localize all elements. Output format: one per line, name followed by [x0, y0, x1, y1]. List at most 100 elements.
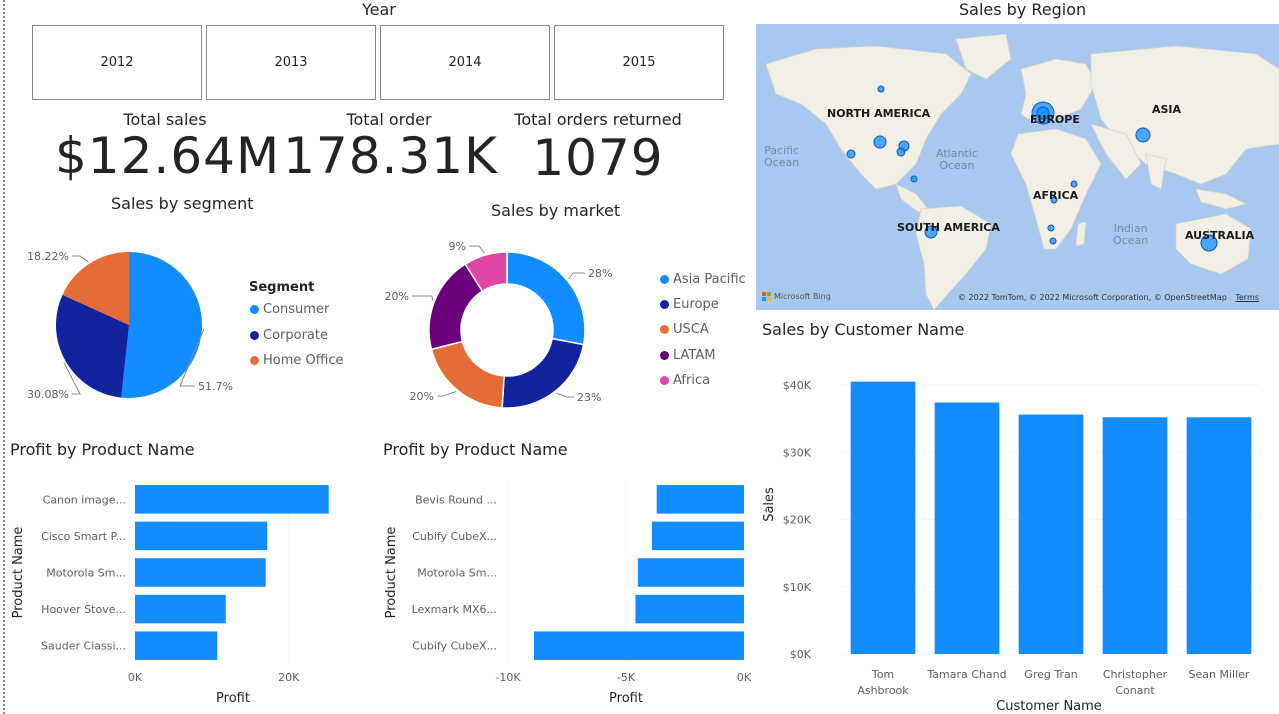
map-credits-text: © 2022 TomTom, © 2022 Microsoft Corporat…: [958, 293, 1227, 302]
legend-latam[interactable]: LATAM: [660, 348, 715, 363]
customer-bar-4[interactable]: [1186, 417, 1252, 654]
map-bubble-africa-east[interactable]: [1070, 180, 1078, 188]
profit-top-category-label-0: Canon image...: [43, 493, 126, 506]
market-slice-asia-pacific[interactable]: [506, 251, 586, 346]
customer-bar-3[interactable]: [1102, 417, 1168, 654]
profit-top-bar-2[interactable]: [135, 558, 266, 587]
segment-label-corporate: 30.08%: [27, 388, 69, 401]
profit-bottom-chart-title: Profit by Product Name: [383, 440, 568, 459]
profit-bottom-bar-4[interactable]: [533, 631, 744, 660]
map-bubble-na-north[interactable]: [877, 85, 885, 93]
profit-top-bar-4[interactable]: [135, 631, 218, 660]
legend-latam-label: LATAM: [673, 348, 716, 363]
profit-top-bar-3[interactable]: [135, 594, 226, 624]
year-option-2012[interactable]: 2012: [32, 25, 202, 100]
bing-windows-icon: [762, 292, 771, 301]
market-slice-europe[interactable]: [501, 337, 585, 409]
segment-legend-title: Segment: [249, 280, 315, 295]
profit-top-category-label-1: Cisco Smart P...: [41, 530, 126, 543]
map-bubble-asia[interactable]: [1135, 127, 1151, 143]
legend-home-office-label: Home Office: [263, 353, 344, 368]
map-terms-link[interactable]: Terms: [1235, 293, 1259, 302]
kpi-total-sales-value: $12.64M: [55, 127, 281, 185]
customer-sales-bar-chart: $0K $10K $20K $30K $40K Tom Ashbrook Tamara Cha…: [762, 379, 1261, 714]
profit-top-yaxis-title: Product Name: [11, 527, 26, 619]
profit-bottom-category-label-4: Cubify CubeX...: [412, 640, 497, 653]
profit-bottom-xtick-1: -5K: [617, 671, 636, 684]
market-slice-usca[interactable]: [430, 340, 505, 409]
map-label-south-america: SOUTH AMERICA: [897, 221, 1000, 234]
legend-africa-label: Africa: [673, 373, 711, 388]
profit-top-bar-1[interactable]: [135, 521, 268, 551]
map-bubble-na-pacific[interactable]: [846, 149, 856, 159]
legend-usca[interactable]: USCA: [660, 322, 709, 337]
legend-africa[interactable]: Africa: [660, 373, 710, 388]
legend-asia-pacific-marker: [660, 275, 669, 284]
profit-bottom-bar-1[interactable]: [651, 521, 744, 551]
customer-yaxis-title: Sales: [762, 487, 777, 522]
profit-bottom-xtick-2: 0K: [737, 671, 752, 684]
legend-consumer[interactable]: Consumer: [250, 302, 329, 317]
legend-home-office-marker: [250, 356, 259, 365]
customer-ytick-1: $10K: [783, 581, 812, 594]
kpi-total-order-value: 178.31K: [283, 127, 498, 185]
profit-top-xtick-1: 20K: [278, 671, 300, 684]
kpi-orders-returned-value: 1079: [532, 129, 664, 187]
profit-bottom-bar-2[interactable]: [637, 558, 744, 587]
map-bubble-africa-south[interactable]: [1047, 224, 1055, 232]
customer-bar-1[interactable]: [934, 402, 1000, 654]
segment-pie-chart: 51.7% 30.08% 18.22%: [27, 250, 233, 401]
map-bubble-africa-southern[interactable]: [1049, 237, 1057, 245]
profit-top-xaxis-title: Profit: [216, 691, 250, 706]
customer-bar-0[interactable]: [850, 381, 916, 654]
legend-asia-pacific[interactable]: Asia Pacific: [660, 272, 746, 287]
year-option-2014[interactable]: 2014: [380, 25, 550, 100]
customer-category-label-3: Christopher Conant: [1103, 668, 1168, 697]
profit-bottom-category-label-1: Cubify CubeX...: [412, 530, 497, 543]
segment-chart-title: Sales by segment: [111, 194, 254, 213]
profit-top-category-label-4: Sauder Classi...: [41, 640, 126, 653]
map-label-indian-ocean: Indian Ocean: [1113, 222, 1149, 247]
profit-bottom-xaxis-title: Profit: [609, 691, 643, 706]
profit-bottom-category-label-2: Motorola Sm...: [417, 567, 497, 580]
profit-bottom-bar-3[interactable]: [635, 594, 744, 624]
customer-category-label-2: Greg Tran: [1024, 668, 1077, 681]
profit-top-category-label-3: Hoover Stove...: [41, 603, 126, 616]
legend-europe[interactable]: Europe: [660, 297, 719, 312]
map-label-europe: EUROPE: [1030, 113, 1080, 126]
legend-corporate-marker: [250, 331, 259, 340]
map-title: Sales by Region: [959, 0, 1087, 19]
map-label-australia: AUSTRALIA: [1185, 229, 1255, 242]
map-land: [765, 33, 1279, 310]
legend-home-office[interactable]: Home Office: [250, 353, 343, 368]
map-bubble-na-southeast[interactable]: [896, 147, 906, 157]
year-option-2013[interactable]: 2013: [206, 25, 376, 100]
legend-corporate[interactable]: Corporate: [250, 328, 328, 343]
customer-ytick-4: $40K: [783, 379, 812, 392]
year-option-2015[interactable]: 2015: [554, 25, 724, 100]
market-leader-europe: [555, 392, 574, 398]
sales-map[interactable]: NORTH AMERICA EUROPE ASIA AFRICA SOUTH A…: [756, 24, 1279, 310]
market-leader-usca: [437, 391, 457, 397]
market-leader-latam: [412, 295, 434, 301]
legend-latam-marker: [660, 351, 669, 360]
map-bubble-na-west[interactable]: [873, 135, 887, 149]
customer-xaxis-title: Customer Name: [996, 699, 1102, 714]
segment-slice-consumer[interactable]: [121, 252, 202, 398]
map-label-asia: ASIA: [1152, 103, 1182, 116]
segment-label-home-office: 18.22%: [27, 250, 69, 263]
market-label-usca: 20%: [410, 390, 434, 403]
customer-category-label-1: Tamara Chand: [926, 668, 1006, 681]
market-label-asia-pacific: 28%: [588, 267, 612, 280]
segment-leader-home-office: [72, 255, 89, 263]
map-label-north-america: NORTH AMERICA: [827, 107, 931, 120]
market-chart-title: Sales by market: [491, 201, 621, 220]
profit-top-bar-0[interactable]: [135, 485, 329, 514]
map-bubble-central-america[interactable]: [910, 175, 918, 183]
profit-bottom-bar-0[interactable]: [656, 485, 744, 514]
profit-top-xtick-0: 0K: [128, 671, 143, 684]
map-credits: © 2022 TomTom, © 2022 Microsoft Corporat…: [958, 293, 1259, 302]
map-label-pacific-ocean: Pacific Ocean: [764, 144, 800, 169]
customer-bar-2[interactable]: [1018, 414, 1084, 654]
profit-top-chart-title: Profit by Product Name: [10, 440, 195, 459]
